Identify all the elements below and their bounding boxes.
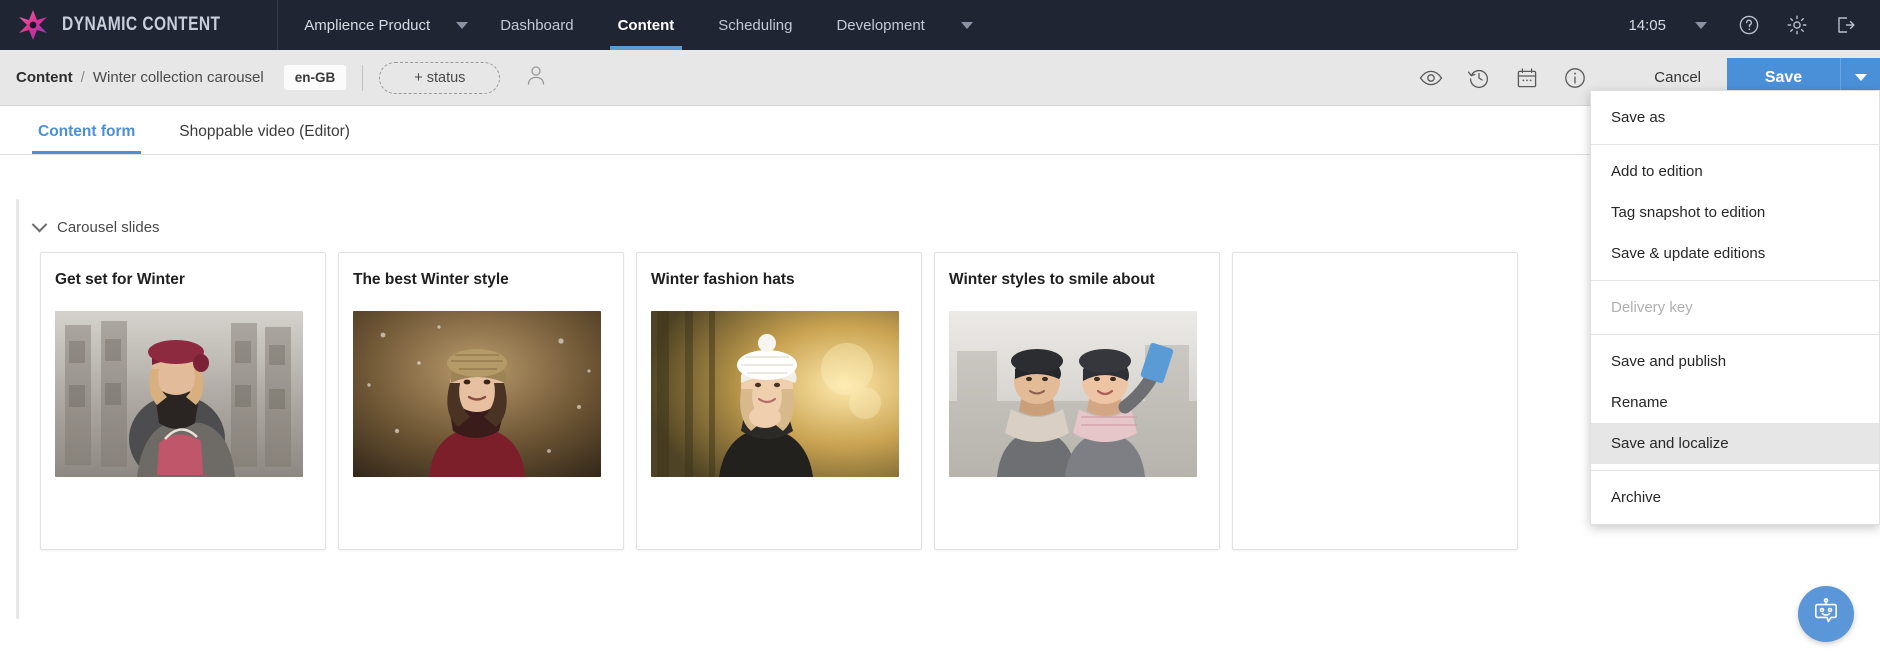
couple-taking-selfie-image bbox=[949, 311, 1197, 477]
subheader-icon-group bbox=[1418, 65, 1628, 91]
clock-display: 14:05 bbox=[1628, 16, 1666, 34]
tab-label: Shoppable video (Editor) bbox=[179, 123, 350, 140]
woman-in-knitted-hat-image bbox=[353, 311, 601, 477]
section-title: Carousel slides bbox=[57, 219, 160, 236]
list-item[interactable]: The best Winter style bbox=[338, 252, 624, 550]
menu-item-rename[interactable]: Rename bbox=[1591, 382, 1879, 423]
logout-icon[interactable] bbox=[1832, 12, 1858, 38]
slide-thumbnail[interactable] bbox=[55, 311, 303, 477]
add-status-button[interactable]: + status bbox=[379, 61, 501, 94]
app-logo[interactable]: DYNAMIC CONTENT bbox=[0, 0, 279, 50]
app-logo-text: DYNAMIC CONTENT bbox=[62, 14, 221, 35]
top-nav-right-cluster: 14:05 bbox=[1628, 0, 1880, 50]
nav-item-label: Scheduling bbox=[718, 16, 793, 34]
section-rail bbox=[16, 199, 19, 619]
breadcrumb: Content / Winter collection carousel en-… bbox=[0, 65, 347, 90]
slide-title: The best Winter style bbox=[353, 271, 509, 288]
gear-icon[interactable] bbox=[1784, 12, 1810, 38]
version-history-icon[interactable] bbox=[1466, 65, 1492, 91]
woman-in-white-bobble-hat-image bbox=[651, 311, 899, 477]
chevron-down-icon bbox=[960, 21, 973, 29]
menu-item-save-and-localize[interactable]: Save and localize bbox=[1591, 423, 1879, 464]
org-selector-label: Amplience Product bbox=[304, 16, 431, 34]
tab-label: Content form bbox=[38, 123, 136, 140]
nav-item-scheduling[interactable]: Scheduling bbox=[696, 0, 814, 50]
locale-badge[interactable]: en-GB bbox=[283, 65, 347, 90]
user-avatar-icon[interactable] bbox=[524, 63, 548, 92]
menu-item-label: Save and localize bbox=[1611, 435, 1729, 452]
save-dropdown-menu: Save as Add to edition Tag snapshot to e… bbox=[1590, 90, 1880, 525]
breadcrumb-separator: / bbox=[80, 69, 85, 86]
chatbot-launcher-button[interactable] bbox=[1798, 586, 1854, 642]
menu-item-label: Delivery key bbox=[1611, 299, 1693, 316]
carousel-slides-list: Get set for Winter The best Winter style… bbox=[40, 252, 1518, 550]
nav-item-content[interactable]: Content bbox=[596, 0, 697, 50]
breadcrumb-root[interactable]: Content bbox=[16, 69, 73, 86]
calendar-icon[interactable] bbox=[1514, 65, 1540, 91]
menu-item-save-and-publish[interactable]: Save and publish bbox=[1591, 341, 1879, 382]
chevron-down-icon bbox=[1695, 21, 1707, 29]
tab-content-form[interactable]: Content form bbox=[16, 123, 157, 154]
list-item[interactable]: Winter fashion hats bbox=[636, 252, 922, 550]
slide-title: Winter styles to smile about bbox=[949, 271, 1155, 288]
breadcrumb-current: Winter collection carousel bbox=[92, 69, 264, 86]
menu-item-label: Add to edition bbox=[1611, 163, 1703, 180]
slide-thumbnail[interactable] bbox=[651, 311, 899, 477]
menu-item-label: Save as bbox=[1611, 109, 1666, 126]
menu-item-label: Save & update editions bbox=[1611, 245, 1766, 262]
help-circle-icon[interactable] bbox=[1736, 12, 1762, 38]
slide-thumbnail[interactable] bbox=[353, 311, 601, 477]
menu-item-label: Archive bbox=[1611, 489, 1662, 506]
clock-dropdown-button[interactable] bbox=[1688, 12, 1714, 38]
preview-eye-icon[interactable] bbox=[1418, 65, 1444, 91]
info-icon[interactable] bbox=[1562, 65, 1588, 91]
divider bbox=[1591, 280, 1879, 281]
slide-title: Winter fashion hats bbox=[651, 271, 795, 288]
chatbot-robot-icon bbox=[1810, 596, 1842, 633]
divider bbox=[1591, 470, 1879, 471]
menu-item-label: Rename bbox=[1611, 394, 1668, 411]
menu-item-add-to-edition[interactable]: Add to edition bbox=[1591, 151, 1879, 192]
list-item[interactable] bbox=[1232, 252, 1518, 550]
primary-nav-items: Dashboard Content Scheduling Development bbox=[478, 0, 987, 50]
menu-item-archive[interactable]: Archive bbox=[1591, 477, 1879, 518]
nav-item-label: Dashboard bbox=[500, 16, 574, 34]
slide-thumbnail[interactable] bbox=[949, 311, 1197, 477]
list-item[interactable]: Get set for Winter bbox=[40, 252, 326, 550]
menu-item-label: Save and publish bbox=[1611, 353, 1727, 370]
slide-title: Get set for Winter bbox=[55, 271, 185, 288]
top-navigation-bar: DYNAMIC CONTENT Amplience Product Dashbo… bbox=[0, 0, 1880, 50]
nav-more-menu[interactable] bbox=[947, 0, 987, 50]
section-header-carousel-slides[interactable]: Carousel slides bbox=[31, 216, 160, 236]
menu-item-tag-snapshot-to-edition[interactable]: Tag snapshot to edition bbox=[1591, 192, 1879, 233]
divider bbox=[362, 64, 364, 91]
amplience-star-logo-icon bbox=[16, 8, 50, 42]
menu-item-label: Tag snapshot to edition bbox=[1611, 204, 1766, 221]
tab-shoppable-video-editor[interactable]: Shoppable video (Editor) bbox=[157, 123, 372, 154]
chevron-down-icon bbox=[31, 216, 48, 233]
nav-item-dashboard[interactable]: Dashboard bbox=[478, 0, 595, 50]
nav-item-label: Development bbox=[836, 16, 925, 34]
nav-item-label: Content bbox=[617, 16, 675, 34]
menu-item-save-as[interactable]: Save as bbox=[1591, 97, 1879, 138]
menu-item-delivery-key: Delivery key bbox=[1591, 287, 1879, 328]
list-item[interactable]: Winter styles to smile about bbox=[934, 252, 1220, 550]
chevron-down-icon bbox=[1854, 74, 1867, 81]
chevron-down-icon bbox=[456, 21, 469, 29]
nav-item-development[interactable]: Development bbox=[814, 0, 946, 50]
woman-in-burgundy-beret-image bbox=[55, 311, 303, 477]
org-selector[interactable]: Amplience Product bbox=[278, 0, 478, 50]
divider bbox=[1591, 334, 1879, 335]
menu-item-save-and-update-editions[interactable]: Save & update editions bbox=[1591, 233, 1879, 274]
divider bbox=[1591, 144, 1879, 145]
